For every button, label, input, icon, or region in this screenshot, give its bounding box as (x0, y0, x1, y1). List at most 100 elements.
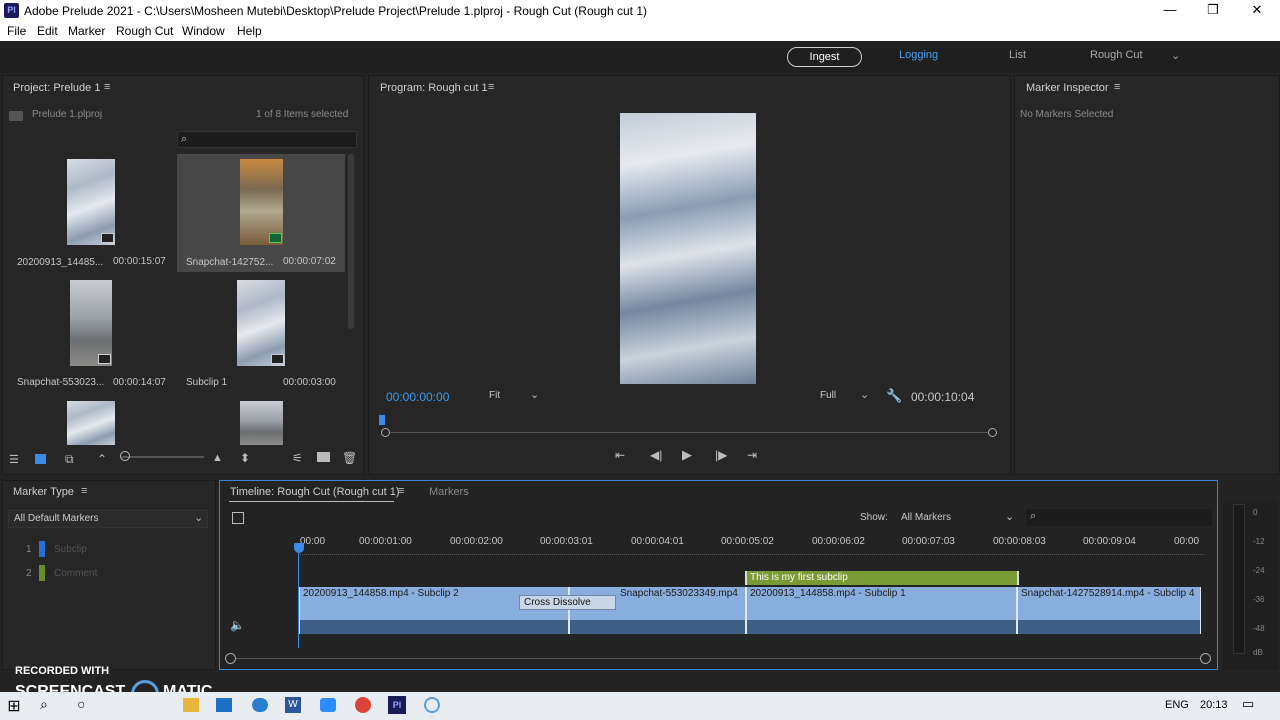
zoom-start-handle[interactable] (225, 653, 236, 664)
roughcut-workspace-tab[interactable]: Rough Cut (1090, 49, 1143, 61)
language-indicator[interactable]: ENG (1165, 699, 1189, 711)
step-forward-icon[interactable]: |▶ (715, 448, 727, 462)
sort-order-icon[interactable]: ⬍ (240, 451, 250, 465)
scrubber-start-handle[interactable] (381, 428, 390, 437)
new-bin-icon[interactable] (317, 452, 330, 462)
timeline-tab[interactable]: Timeline: Rough Cut (Rough cut 1) (230, 486, 400, 498)
window-title: Adobe Prelude 2021 - C:\Users\Mosheen Mu… (24, 4, 647, 18)
video-badge-icon (269, 233, 282, 243)
marker-type-number: 1 (26, 544, 32, 555)
program-scrubber[interactable] (385, 432, 992, 433)
windows-start-icon[interactable]: ⊞ (5, 696, 23, 715)
freeform-view-icon[interactable]: ⧉ (65, 452, 74, 467)
clip-thumbnail-6[interactable] (240, 401, 283, 445)
recorded-with-text: RECORDED WITH (15, 665, 110, 677)
chrome-icon[interactable] (355, 697, 371, 713)
zoom-icon[interactable] (320, 698, 336, 712)
close-button[interactable]: ✕ (1242, 2, 1272, 18)
markers-tab[interactable]: Markers (429, 486, 469, 498)
list-view-icon[interactable]: ☰ (9, 453, 19, 466)
zoom-end-handle[interactable] (1200, 653, 1211, 664)
list-workspace-tab[interactable]: List (1009, 49, 1026, 61)
speaker-icon[interactable]: 🔈 (230, 618, 245, 632)
icon-view-icon[interactable] (35, 454, 46, 464)
project-toolbar: ☰ ⧉ ⌃ ▲ ⬍ ⚟ 🗑 (2, 449, 364, 473)
file-explorer-icon[interactable] (183, 698, 199, 712)
screencast-taskbar-icon[interactable] (424, 697, 440, 713)
chevron-down-icon: ⌄ (1005, 511, 1015, 523)
minimize-button[interactable]: — (1155, 2, 1185, 17)
subclip-marker[interactable]: This is my first subclip (745, 571, 1019, 585)
panel-menu-icon[interactable]: ≡ (398, 485, 404, 497)
cortana-icon[interactable]: ○ (77, 696, 85, 712)
onedrive-icon[interactable] (252, 698, 268, 712)
clip-name-1: 20200913_14485... (17, 257, 104, 268)
sort-icon[interactable]: ⌃ (97, 452, 107, 466)
panel-menu-icon[interactable]: ≡ (81, 485, 87, 497)
ruler-tick: 00:00:08:03 (993, 536, 1046, 547)
play-icon[interactable]: ▶ (682, 447, 692, 463)
timeline-clip-3[interactable]: 20200913_144858.mp4 - Subclip 1 (746, 587, 1017, 634)
marker-type-panel (2, 480, 216, 670)
panel-menu-icon[interactable]: ≡ (488, 81, 494, 93)
menu-rough-cut[interactable]: Rough Cut (116, 24, 173, 38)
workspace-chevron-icon[interactable]: ⌄ (1171, 49, 1180, 62)
menu-window[interactable]: Window (182, 24, 225, 38)
selection-count: 1 of 8 Items selected (256, 109, 349, 120)
ruler-tick: 00:00:03:01 (540, 536, 593, 547)
wrench-icon[interactable]: 🔧 (886, 388, 902, 404)
project-search-input[interactable]: ⌕ (177, 131, 357, 148)
fit-dropdown[interactable]: Fit (489, 390, 500, 401)
zoom-slider-handle[interactable] (120, 451, 130, 461)
ruler-ticks (300, 554, 1205, 556)
cross-dissolve-transition[interactable]: Cross Dissolve (519, 595, 616, 610)
quality-dropdown[interactable]: Full (820, 390, 836, 401)
mail-icon[interactable] (216, 698, 232, 712)
maximize-button[interactable]: ❐ (1198, 2, 1228, 18)
marker-filter-dropdown[interactable]: All Default Markers ⌄ (8, 510, 208, 528)
menu-edit[interactable]: Edit (37, 24, 58, 38)
notification-icon[interactable]: ▭ (1242, 696, 1254, 712)
trash-icon[interactable]: 🗑 (342, 451, 357, 465)
search-icon: ⌕ (1030, 510, 1037, 522)
marker-type-title: Marker Type (13, 486, 74, 498)
timeline-zoom-bar[interactable] (230, 658, 1206, 659)
current-timecode[interactable]: 00:00:00:00 (386, 390, 449, 404)
scrubber-end-handle[interactable] (988, 428, 997, 437)
marker-type-name[interactable]: Subclip (54, 544, 87, 555)
timeline-playhead[interactable] (294, 543, 304, 553)
ruler-tick: 00:00:05:02 (721, 536, 774, 547)
clip-thumbnail-5[interactable] (67, 401, 115, 445)
panel-menu-icon[interactable]: ≡ (104, 81, 110, 93)
subclip-badge-icon (271, 354, 284, 364)
timeline-search-input[interactable]: ⌕ (1026, 509, 1212, 526)
ruler-tick: 00:00:01:00 (359, 536, 412, 547)
logging-workspace-tab[interactable]: Logging (899, 49, 938, 61)
step-back-icon[interactable]: ◀| (650, 448, 662, 462)
timeline-clip-4[interactable]: Snapchat-1427528914.mp4 - Subclip 4 (1017, 587, 1201, 634)
zoom-slider[interactable] (122, 456, 204, 458)
snap-toggle-icon[interactable] (232, 512, 244, 524)
go-to-in-icon[interactable]: ⇤ (615, 448, 625, 462)
menu-help[interactable]: Help (237, 24, 262, 38)
search-icon[interactable]: ⌕ (40, 696, 48, 713)
menu-marker[interactable]: Marker (68, 24, 105, 38)
mountain-icon: ▲ (212, 452, 223, 464)
panel-menu-icon[interactable]: ≡ (1114, 81, 1120, 93)
show-markers-dropdown[interactable]: All Markers (901, 512, 951, 523)
program-playhead[interactable] (379, 415, 385, 425)
menu-file[interactable]: File (7, 24, 26, 38)
prelude-taskbar-icon[interactable]: Pl (388, 696, 406, 714)
new-roughcut-icon[interactable]: ⚟ (292, 451, 303, 465)
ingest-workspace-button[interactable]: Ingest (787, 47, 862, 67)
project-scrollbar[interactable] (348, 154, 354, 329)
ruler-tick: 00:00:02:00 (450, 536, 503, 547)
project-file-name: Prelude 1.plproj (32, 109, 103, 120)
word-icon[interactable]: W (285, 697, 301, 713)
chevron-down-icon: ⌄ (530, 389, 540, 401)
meter-label: 0 (1253, 508, 1258, 517)
export-frame-icon[interactable]: ⇥ (747, 448, 757, 462)
marker-type-name[interactable]: Comment (54, 568, 97, 579)
clip-name-2: Snapchat-142752... (186, 257, 274, 268)
clock[interactable]: 20:13 (1200, 699, 1228, 711)
